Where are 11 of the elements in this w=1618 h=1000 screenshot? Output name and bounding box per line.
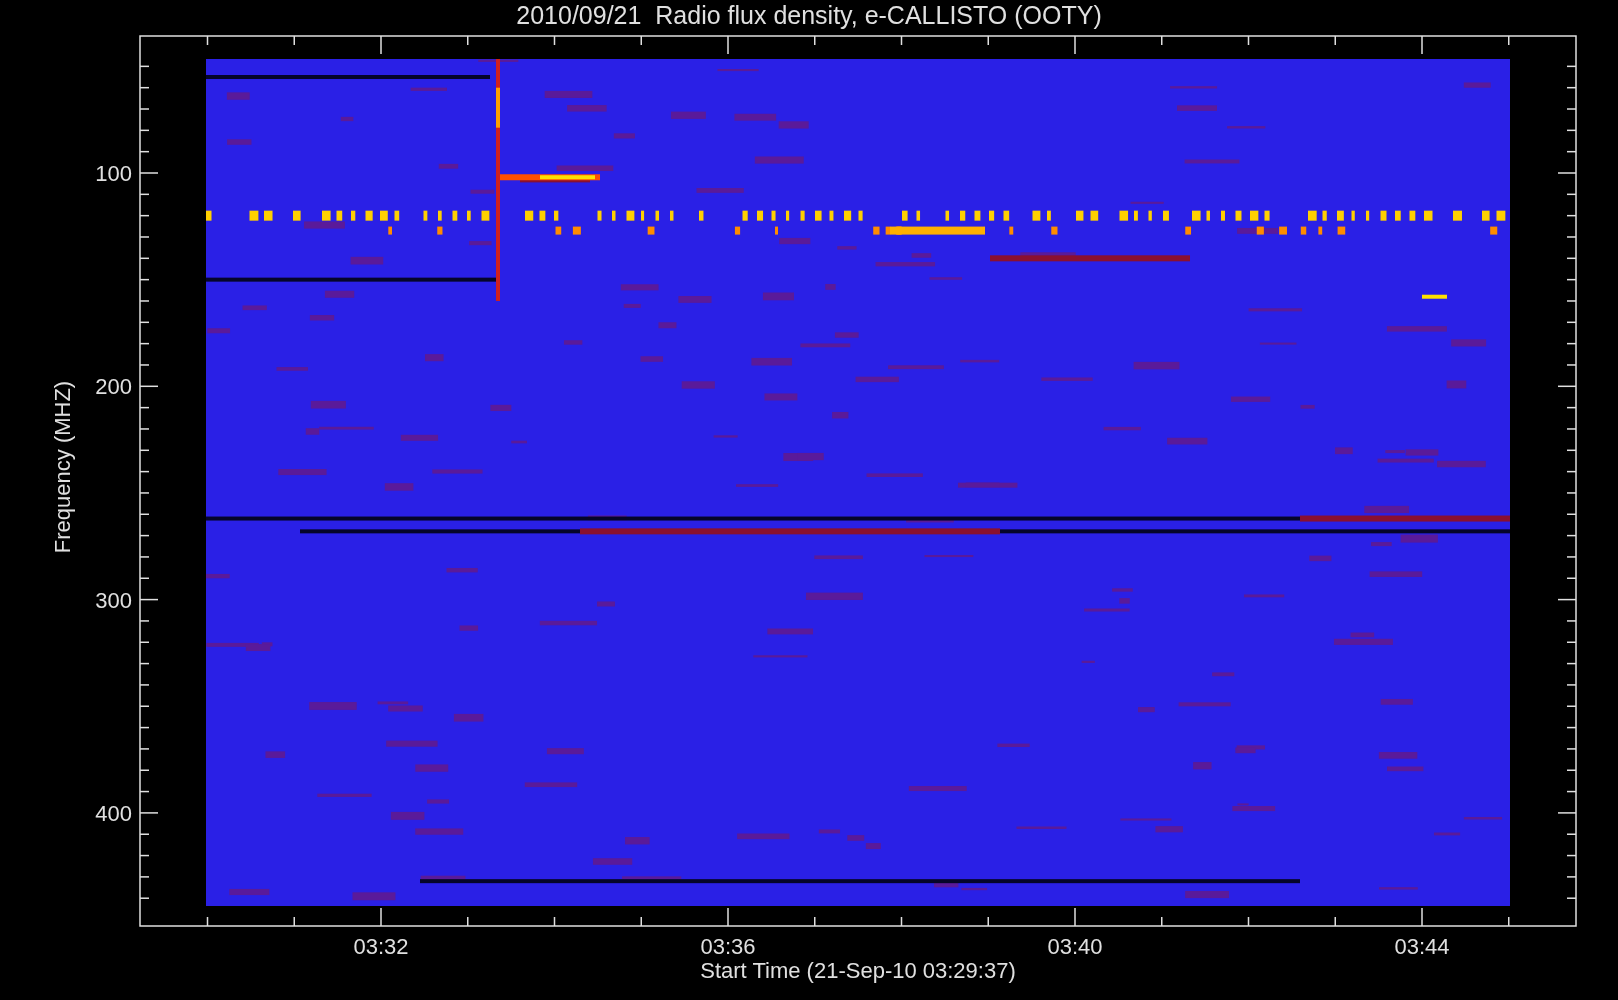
y-tick-label: 100 bbox=[95, 161, 132, 186]
x-tick-label: 03:36 bbox=[700, 934, 756, 959]
x-tick-label: 03:32 bbox=[353, 934, 409, 959]
y-tick-label: 200 bbox=[95, 374, 132, 400]
plot-title: 2010/09/21 Radio flux density, e-CALLISTO (OOTY) bbox=[516, 0, 1102, 30]
x-axis-title: Start Time (21-Sep-10 03:29:37) bbox=[700, 958, 1016, 983]
y-tick-label: 400 bbox=[95, 800, 132, 826]
y-axis-title: Frequency (MHZ) bbox=[50, 380, 75, 554]
y-tick-label: 300 bbox=[95, 587, 132, 613]
x-tick-label: 03:40 bbox=[1047, 934, 1103, 959]
x-tick-label: 03:44 bbox=[1394, 934, 1450, 959]
